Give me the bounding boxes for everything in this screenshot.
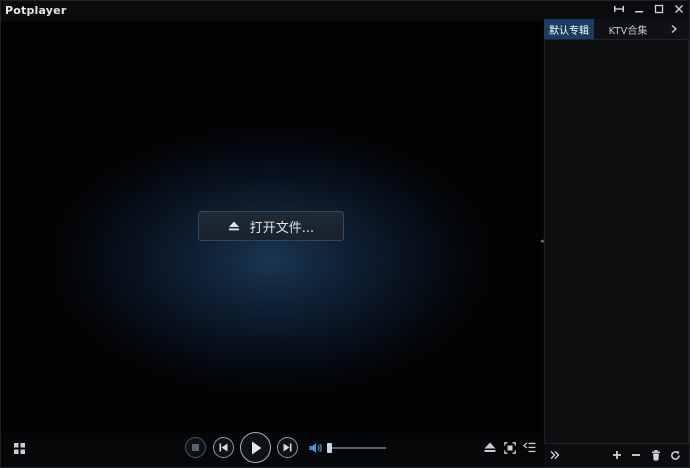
tab-ktv-collection[interactable]: KTV合集 (594, 19, 662, 39)
add-button[interactable] (610, 448, 624, 462)
play-icon (251, 441, 261, 454)
remove-button[interactable] (629, 448, 643, 462)
minimize-icon (635, 11, 643, 13)
open-file-button[interactable]: 打开文件... (198, 211, 344, 241)
playlist-list[interactable] (544, 39, 689, 444)
menu-grid-button[interactable] (13, 442, 25, 454)
stop-button[interactable] (185, 437, 206, 458)
volume-button[interactable] (309, 441, 323, 454)
chevron-right-icon (671, 25, 677, 33)
trash-icon (652, 449, 660, 460)
volume-slider-track[interactable] (330, 447, 386, 449)
stop-icon (192, 444, 199, 451)
playlist-toolbar (544, 445, 689, 465)
minimize-button[interactable] (629, 1, 649, 17)
add-icon (613, 451, 621, 459)
pin-button[interactable] (609, 1, 629, 17)
refresh-icon (670, 450, 680, 460)
close-icon (675, 5, 683, 13)
refresh-button[interactable] (668, 448, 682, 462)
app-title: Potplayer (5, 4, 67, 17)
maximize-icon (654, 4, 664, 14)
grid-icon (13, 442, 25, 454)
playlist-tabs: 默认专辑 KTV合集 (544, 19, 689, 39)
collapse-panel-button[interactable] (548, 448, 562, 462)
title-bar[interactable]: Potplayer (1, 1, 689, 21)
previous-icon (219, 443, 228, 452)
pin-icon (614, 6, 624, 12)
maximize-button[interactable] (649, 1, 669, 17)
next-button[interactable] (277, 437, 298, 458)
previous-button[interactable] (213, 437, 234, 458)
window-buttons (609, 1, 689, 17)
remove-icon (632, 454, 640, 456)
eject-icon (484, 442, 495, 452)
tabs-more-button[interactable] (662, 19, 686, 39)
control-bar (1, 432, 541, 467)
delete-button[interactable] (649, 448, 663, 462)
playlist-panel: 默认专辑 KTV合集 (544, 19, 689, 467)
tab-default-album[interactable]: 默认专辑 (544, 19, 594, 39)
potplayer-window: Potplayer 打开文件... ◂ 默认专辑 KTV合集 (0, 0, 690, 468)
capture-button[interactable] (503, 441, 516, 454)
volume-slider-knob[interactable] (327, 443, 332, 453)
playlist-toggle-icon (522, 442, 535, 453)
playlist-toggle-button[interactable] (522, 441, 536, 454)
open-file-label: 打开文件... (249, 220, 315, 236)
capture-icon (503, 441, 516, 454)
eject-icon (228, 221, 240, 231)
next-icon (283, 443, 292, 452)
play-button[interactable] (240, 432, 271, 463)
video-area[interactable]: 打开文件... (1, 21, 541, 433)
double-chevron-right-icon (550, 451, 560, 459)
eject-button[interactable] (483, 441, 496, 454)
speaker-icon (309, 442, 322, 453)
close-button[interactable] (669, 1, 689, 17)
